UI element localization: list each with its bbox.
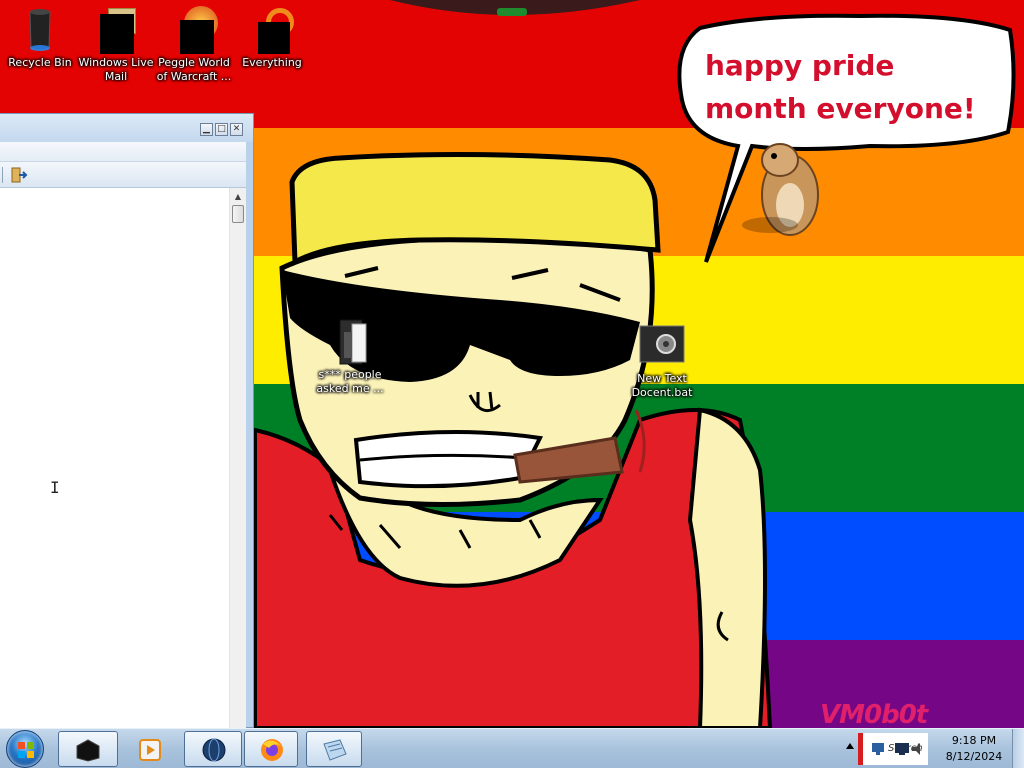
peggle-icon	[170, 6, 218, 54]
everything-search-icon	[248, 6, 296, 54]
desktop-icon-windows-live-mail[interactable]: Windows Live Mail	[76, 6, 156, 84]
taskbar-button-globe[interactable]	[184, 731, 242, 767]
windows-live-mail-icon	[92, 6, 140, 54]
firefox-icon	[261, 739, 283, 761]
windows-logo-icon	[18, 742, 34, 758]
desktop-icon-label: Recycle Bin	[8, 56, 72, 69]
notepad-icon	[323, 739, 347, 761]
clock[interactable]: 9:18 PM 8/12/2024	[944, 733, 1004, 765]
recycle-bin-icon	[29, 9, 51, 51]
window-toolbar	[0, 162, 246, 188]
window-menubar	[0, 142, 246, 162]
monitor-icon[interactable]	[894, 741, 910, 757]
folder-icon	[339, 319, 367, 365]
network-icon[interactable]	[870, 741, 886, 757]
speech-bubble-text: happy pride month everyone!	[705, 49, 976, 125]
window-titlebar[interactable]: ▁ □ ✕	[0, 114, 253, 142]
redacted-icon-block	[180, 20, 214, 54]
taskbar-button-app-1[interactable]	[58, 731, 118, 767]
tray-red-bar	[858, 733, 863, 765]
volume-icon[interactable]	[910, 741, 926, 757]
minimize-button[interactable]: ▁	[200, 123, 213, 136]
show-desktop-button[interactable]	[1012, 729, 1024, 768]
desktop-icon-peggle[interactable]: Peggle World of Warcraft ...	[154, 6, 234, 84]
desktop-icon-recycle-bin[interactable]: Recycle Bin	[0, 6, 80, 70]
window-controls: ▁ □ ✕	[198, 123, 243, 136]
globe-app-icon	[202, 738, 226, 762]
black-app-icon	[76, 739, 100, 762]
desktop-icon-label: Windows Live Mail	[78, 56, 154, 83]
tray-icons-area: Search	[858, 733, 928, 765]
toolbar-separator	[2, 167, 3, 183]
scrollbar-thumb[interactable]	[232, 205, 244, 223]
desktop-icon-label: Everything	[242, 56, 302, 69]
vertical-scrollbar[interactable]: ▲	[229, 188, 246, 729]
watermark-text: VM0b0t	[820, 700, 928, 728]
arm	[687, 407, 767, 728]
close-button[interactable]: ✕	[230, 123, 243, 136]
window-content-area[interactable]: I ▲	[0, 188, 246, 729]
system-tray: Search 9:18 PM 8/12/2024	[840, 729, 1024, 768]
exit-icon[interactable]	[10, 166, 28, 184]
taskbar-button-media-player[interactable]	[120, 731, 180, 767]
desktop-icon-folder[interactable]: s*** people asked me ...	[310, 318, 390, 396]
taskbar: Search 9:18 PM 8/12/2024	[0, 728, 1024, 768]
taskbar-button-notepad[interactable]	[306, 731, 362, 767]
desktop-icon-label: New Text Docent.bat	[631, 372, 693, 399]
hamster-image	[742, 143, 819, 236]
scroll-up-arrow-icon[interactable]: ▲	[230, 190, 246, 204]
start-button[interactable]	[6, 730, 44, 768]
show-hidden-icons-arrow-icon[interactable]	[846, 743, 854, 749]
desktop-icon-label: Peggle World of Warcraft ...	[156, 56, 232, 83]
notch-leds	[497, 8, 527, 16]
redacted-icon-block	[258, 22, 290, 54]
maximize-button[interactable]: □	[215, 123, 228, 136]
clock-time: 9:18 PM	[951, 734, 997, 747]
desktop-icon-everything[interactable]: Everything	[232, 6, 312, 70]
taskbar-button-firefox[interactable]	[244, 731, 298, 767]
desktop-icon-batch-file[interactable]: New Text Docent.bat	[622, 322, 702, 400]
redacted-icon-block	[100, 14, 134, 54]
media-player-icon	[139, 739, 161, 761]
text-cursor-icon: I	[50, 478, 60, 497]
app-window[interactable]: ▁ □ ✕ I ▲	[0, 113, 254, 729]
desktop-icon-label: s*** people asked me ...	[316, 368, 384, 395]
batch-file-icon	[639, 325, 685, 363]
clock-date: 8/12/2024	[945, 750, 1003, 763]
